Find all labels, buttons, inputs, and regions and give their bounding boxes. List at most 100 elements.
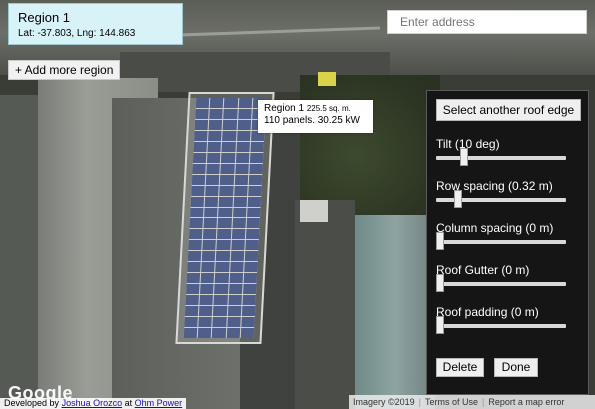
solar-panel bbox=[197, 328, 212, 338]
solar-panel bbox=[190, 207, 204, 218]
tilt-slider-thumb[interactable] bbox=[460, 148, 469, 166]
solar-panel bbox=[212, 328, 226, 338]
solar-panel bbox=[201, 262, 216, 273]
report-map-error-link[interactable]: Report a map error bbox=[484, 395, 568, 409]
solar-panel bbox=[221, 141, 236, 152]
solar-panel bbox=[216, 251, 230, 262]
column-spacing-slider-track[interactable] bbox=[436, 240, 566, 244]
solar-panel bbox=[185, 295, 200, 306]
solar-panel bbox=[207, 141, 222, 152]
tooltip-panels-power: 110 panels. 30.25 kW bbox=[264, 115, 360, 126]
solar-panel bbox=[184, 317, 198, 328]
solar-panel bbox=[217, 218, 232, 229]
roof-gutter-slider-row: Roof Gutter (0 m) bbox=[436, 263, 566, 292]
solar-panel bbox=[212, 317, 227, 328]
solar-panel bbox=[206, 163, 221, 174]
solar-panel bbox=[192, 152, 207, 163]
solar-panel bbox=[203, 229, 217, 240]
solar-panel bbox=[236, 130, 251, 141]
add-region-button[interactable]: + Add more region bbox=[8, 60, 121, 80]
select-roof-edge-button[interactable]: Select another roof edge bbox=[436, 99, 581, 121]
roof-padding-slider-track[interactable] bbox=[436, 324, 566, 328]
solar-panel bbox=[229, 262, 244, 273]
company-link[interactable]: Ohm Power bbox=[135, 398, 183, 408]
solar-panel bbox=[194, 130, 208, 141]
solar-panel bbox=[247, 185, 262, 196]
row-spacing-slider-thumb[interactable] bbox=[454, 190, 463, 208]
solar-panel bbox=[219, 185, 234, 196]
solar-panel bbox=[216, 240, 231, 251]
solar-panel bbox=[223, 119, 237, 130]
solar-panel bbox=[187, 251, 202, 262]
solar-panel bbox=[237, 108, 252, 119]
solar-panel bbox=[186, 273, 201, 284]
solar-panel bbox=[233, 196, 247, 207]
solar-panel bbox=[208, 119, 223, 130]
address-search-input[interactable] bbox=[387, 10, 587, 34]
terms-of-use-link[interactable]: Terms of Use bbox=[421, 395, 482, 409]
solar-panel bbox=[191, 174, 206, 185]
developed-by-text: Developed by bbox=[4, 398, 60, 408]
solar-panel bbox=[244, 251, 259, 262]
row-spacing-slider-row: Row spacing (0.32 m) bbox=[436, 179, 566, 208]
tooltip-region-line: Region 1 225.5 sq. m. bbox=[264, 103, 367, 114]
solar-panel bbox=[199, 295, 214, 306]
solar-panel bbox=[215, 262, 230, 273]
solar-panel bbox=[232, 207, 247, 218]
solar-panel bbox=[214, 284, 229, 295]
solar-panel bbox=[204, 207, 218, 218]
solar-panel bbox=[230, 251, 245, 262]
done-button[interactable]: Done bbox=[494, 358, 538, 377]
solar-panel bbox=[188, 229, 203, 240]
roof-gutter-slider-track[interactable] bbox=[436, 282, 566, 286]
developer-link[interactable]: Joshua Orozco bbox=[62, 398, 123, 408]
solar-panel bbox=[228, 295, 242, 306]
solar-panel bbox=[236, 141, 250, 152]
roof-padding-label: Roof padding (0 m) bbox=[436, 305, 539, 319]
solar-panel bbox=[189, 218, 204, 229]
developer-credit: Developed by Joshua Orozco at Ohm Power bbox=[0, 398, 187, 409]
solar-panel bbox=[230, 240, 245, 251]
solar-panel bbox=[183, 328, 198, 338]
map-structure bbox=[300, 200, 328, 222]
column-spacing-slider-thumb[interactable] bbox=[436, 232, 444, 250]
roof-padding-slider-thumb[interactable] bbox=[436, 316, 444, 334]
solar-panel bbox=[198, 317, 213, 328]
solar-panel bbox=[188, 240, 203, 251]
solar-panel bbox=[186, 284, 200, 295]
roof-gutter-slider-thumb[interactable] bbox=[436, 274, 444, 292]
solar-panel bbox=[201, 251, 216, 262]
tilt-label: Tilt (10 deg) bbox=[436, 137, 500, 151]
solar-panel bbox=[234, 174, 249, 185]
solar-panel-array[interactable] bbox=[175, 92, 275, 344]
solar-panel bbox=[214, 273, 229, 284]
solar-panel bbox=[208, 130, 222, 141]
panel-grid bbox=[183, 98, 267, 338]
delete-button[interactable]: Delete bbox=[436, 358, 484, 377]
solar-panel bbox=[220, 174, 234, 185]
solar-panel bbox=[203, 218, 218, 229]
roof-padding-slider-row: Roof padding (0 m) bbox=[436, 305, 566, 334]
tilt-slider-track[interactable] bbox=[436, 156, 566, 160]
solar-panel bbox=[248, 174, 263, 185]
solar-panel bbox=[195, 108, 209, 119]
solar-panel bbox=[220, 163, 235, 174]
solar-panel bbox=[242, 295, 256, 306]
solar-panel bbox=[209, 108, 224, 119]
solar-panel bbox=[238, 98, 253, 108]
solar-panel bbox=[226, 328, 241, 338]
solar-panel bbox=[223, 108, 238, 119]
solar-panel bbox=[205, 185, 220, 196]
map-yard bbox=[295, 200, 355, 409]
solar-panel bbox=[205, 174, 220, 185]
solar-panel bbox=[247, 196, 262, 207]
solar-panel bbox=[246, 207, 261, 218]
solar-panel bbox=[191, 185, 205, 196]
solar-panel bbox=[243, 273, 258, 284]
solar-panel bbox=[194, 119, 209, 130]
map-building bbox=[0, 95, 38, 409]
solar-panel bbox=[209, 98, 224, 108]
solar-panel bbox=[250, 141, 264, 152]
solar-panel bbox=[199, 306, 213, 317]
solar-panel bbox=[226, 317, 241, 328]
